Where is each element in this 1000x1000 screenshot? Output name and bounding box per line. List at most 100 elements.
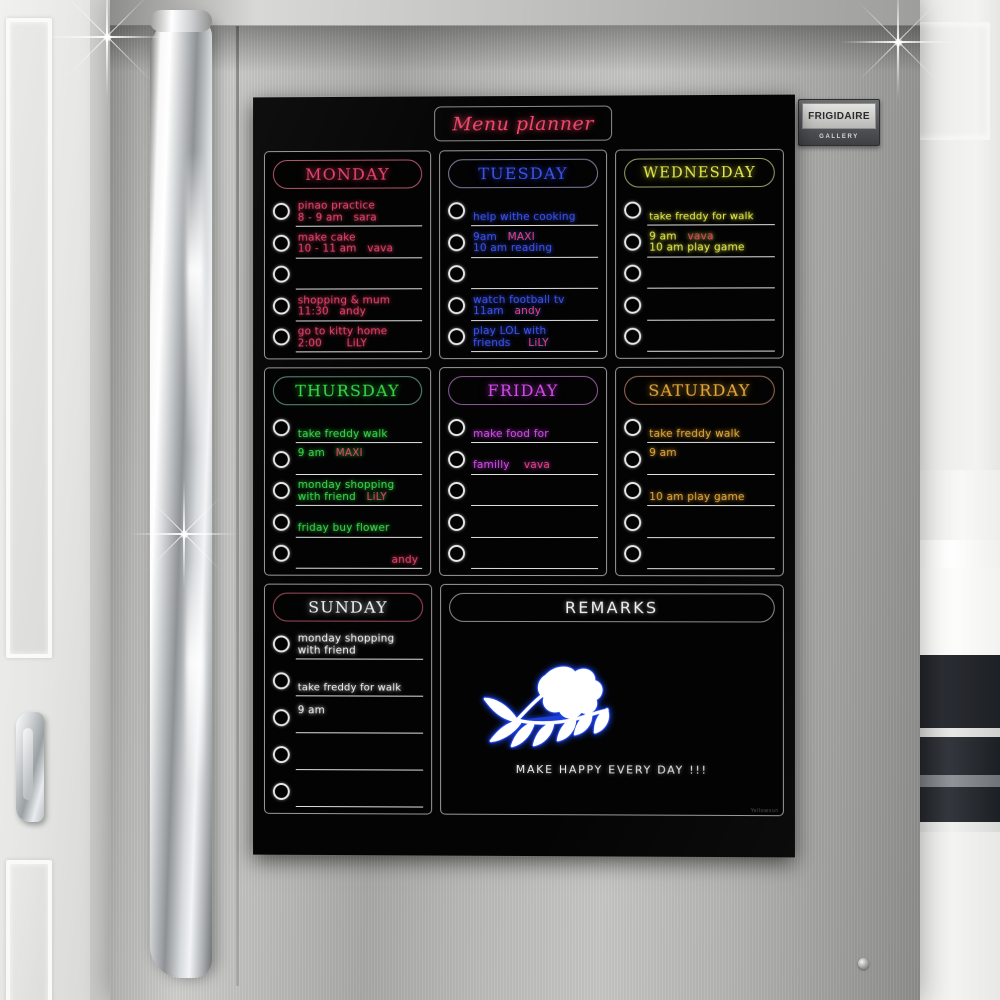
- task-line[interactable]: go to kitty home 2:00 LiLY: [295, 321, 423, 353]
- task-line[interactable]: monday shopping with friend LiLY: [295, 475, 423, 506]
- remarks-body[interactable]: MAKE HAPPY EVERY DAY !!!: [449, 628, 775, 809]
- task-row[interactable]: [624, 257, 775, 289]
- task-row[interactable]: [272, 776, 424, 808]
- checkbox-bullet[interactable]: [448, 265, 466, 283]
- checkbox-bullet[interactable]: [272, 544, 290, 562]
- task-row[interactable]: help withe cooking: [448, 194, 599, 227]
- checkbox-bullet[interactable]: [272, 672, 290, 690]
- checkbox-bullet[interactable]: [624, 327, 642, 345]
- checkbox-bullet[interactable]: [448, 544, 466, 562]
- task-row[interactable]: andy: [272, 537, 423, 569]
- checkbox-bullet[interactable]: [448, 513, 466, 531]
- remarks-card[interactable]: REMARKS MAKE HAPPY EVERY DAY !!! Yellows…: [440, 583, 784, 817]
- checkbox-bullet[interactable]: [272, 328, 290, 346]
- task-line[interactable]: friday buy flower: [295, 506, 423, 538]
- checkbox-bullet[interactable]: [624, 296, 642, 314]
- day-card-sunday[interactable]: SUNDAY monday shopping with friend take …: [263, 583, 433, 815]
- day-card-saturday[interactable]: SATURDAY take freddy walk 9 am 10 am pla…: [615, 366, 784, 577]
- task-row[interactable]: 9 am vava 10 am play game: [624, 225, 775, 258]
- task-line[interactable]: take freddy walk: [647, 411, 775, 443]
- checkbox-bullet[interactable]: [272, 481, 290, 499]
- checkbox-bullet[interactable]: [448, 328, 466, 346]
- task-line[interactable]: make food for: [471, 411, 599, 444]
- magnetic-menu-planner-board[interactable]: Menu planner MONDAY pinao practice 8 - 9…: [253, 94, 795, 858]
- checkbox-bullet[interactable]: [272, 635, 290, 653]
- task-row[interactable]: make cake 10 - 11 am vava: [272, 226, 423, 259]
- task-line[interactable]: make cake 10 - 11 am vava: [295, 226, 423, 259]
- task-row[interactable]: [448, 257, 599, 290]
- task-row[interactable]: shopping & mum 11:30 andy: [272, 289, 423, 321]
- task-line[interactable]: take freddy for walk: [647, 194, 775, 226]
- checkbox-bullet[interactable]: [624, 233, 642, 251]
- task-line[interactable]: play LOL with friends LiLY: [471, 320, 599, 353]
- task-line[interactable]: shopping & mum 11:30 andy: [295, 289, 423, 321]
- task-row[interactable]: 9 am: [272, 702, 424, 734]
- task-row[interactable]: watch football tv 11am andy: [448, 289, 599, 321]
- checkbox-bullet[interactable]: [624, 450, 642, 468]
- checkbox-bullet[interactable]: [272, 234, 290, 252]
- task-line[interactable]: monday shopping with friend: [295, 628, 424, 660]
- task-row[interactable]: [448, 537, 599, 570]
- checkbox-bullet[interactable]: [272, 746, 290, 764]
- task-row[interactable]: [624, 506, 775, 538]
- checkbox-bullet[interactable]: [272, 419, 290, 437]
- checkbox-bullet[interactable]: [624, 201, 642, 219]
- checkbox-bullet[interactable]: [448, 233, 466, 251]
- task-line[interactable]: [295, 739, 424, 771]
- task-row[interactable]: pinao practice 8 - 9 am sara: [272, 195, 423, 227]
- task-line[interactable]: take freddy for walk: [295, 665, 424, 697]
- task-row[interactable]: 9 am MAXI: [272, 443, 423, 475]
- task-row[interactable]: friday buy flower: [272, 506, 423, 538]
- checkbox-bullet[interactable]: [624, 513, 642, 531]
- task-row[interactable]: familly vava: [448, 443, 599, 475]
- task-row[interactable]: [448, 506, 599, 538]
- task-line[interactable]: [471, 474, 599, 507]
- task-row[interactable]: monday shopping with friend LiLY: [272, 475, 423, 506]
- checkbox-bullet[interactable]: [624, 418, 642, 436]
- checkbox-bullet[interactable]: [624, 482, 642, 500]
- task-row[interactable]: take freddy for walk: [624, 194, 775, 226]
- task-line[interactable]: pinao practice 8 - 9 am sara: [295, 195, 423, 227]
- task-line[interactable]: [647, 538, 775, 570]
- task-row[interactable]: take freddy for walk: [272, 665, 424, 697]
- task-line[interactable]: [471, 537, 599, 570]
- task-row[interactable]: play LOL with friends LiLY: [448, 320, 599, 353]
- checkbox-bullet[interactable]: [272, 782, 290, 800]
- checkbox-bullet[interactable]: [448, 202, 466, 220]
- checkbox-bullet[interactable]: [624, 545, 642, 563]
- task-row[interactable]: 10 am play game: [624, 474, 775, 507]
- checkbox-bullet[interactable]: [448, 296, 466, 314]
- task-line[interactable]: watch football tv 11am andy: [471, 289, 599, 321]
- task-line[interactable]: andy: [295, 537, 423, 569]
- task-line[interactable]: [647, 257, 775, 289]
- checkbox-bullet[interactable]: [272, 265, 290, 283]
- task-line[interactable]: [647, 320, 775, 352]
- task-row[interactable]: 9am MAXI 10 am reading: [448, 226, 599, 258]
- task-line[interactable]: [295, 258, 423, 290]
- task-line[interactable]: familly vava: [471, 443, 599, 475]
- task-line[interactable]: 9 am vava 10 am play game: [647, 225, 775, 258]
- task-row[interactable]: 9 am: [624, 443, 775, 475]
- task-row[interactable]: [272, 739, 424, 771]
- task-row[interactable]: take freddy walk: [272, 412, 423, 444]
- checkbox-bullet[interactable]: [272, 297, 290, 315]
- day-card-friday[interactable]: FRIDAY make food for familly vava: [439, 366, 608, 577]
- task-line[interactable]: 10 am play game: [647, 474, 775, 507]
- task-row[interactable]: make food for: [448, 411, 599, 444]
- task-row[interactable]: take freddy walk: [624, 411, 775, 443]
- task-line[interactable]: help withe cooking: [471, 194, 599, 227]
- checkbox-bullet[interactable]: [272, 450, 290, 468]
- task-line[interactable]: 9am MAXI 10 am reading: [471, 226, 599, 258]
- checkbox-bullet[interactable]: [624, 264, 642, 282]
- task-row[interactable]: monday shopping with friend: [272, 628, 424, 660]
- day-card-thursday[interactable]: THURSDAY take freddy walk 9 am MAXI mond…: [263, 367, 432, 576]
- checkbox-bullet[interactable]: [448, 481, 466, 499]
- task-line[interactable]: 9 am: [295, 702, 424, 734]
- checkbox-bullet[interactable]: [448, 419, 466, 437]
- task-line[interactable]: [471, 506, 599, 538]
- checkbox-bullet[interactable]: [272, 513, 290, 531]
- task-line[interactable]: [295, 776, 424, 808]
- task-line[interactable]: [471, 257, 599, 290]
- task-line[interactable]: [647, 288, 775, 321]
- day-card-monday[interactable]: MONDAY pinao practice 8 - 9 am sara make…: [263, 150, 432, 360]
